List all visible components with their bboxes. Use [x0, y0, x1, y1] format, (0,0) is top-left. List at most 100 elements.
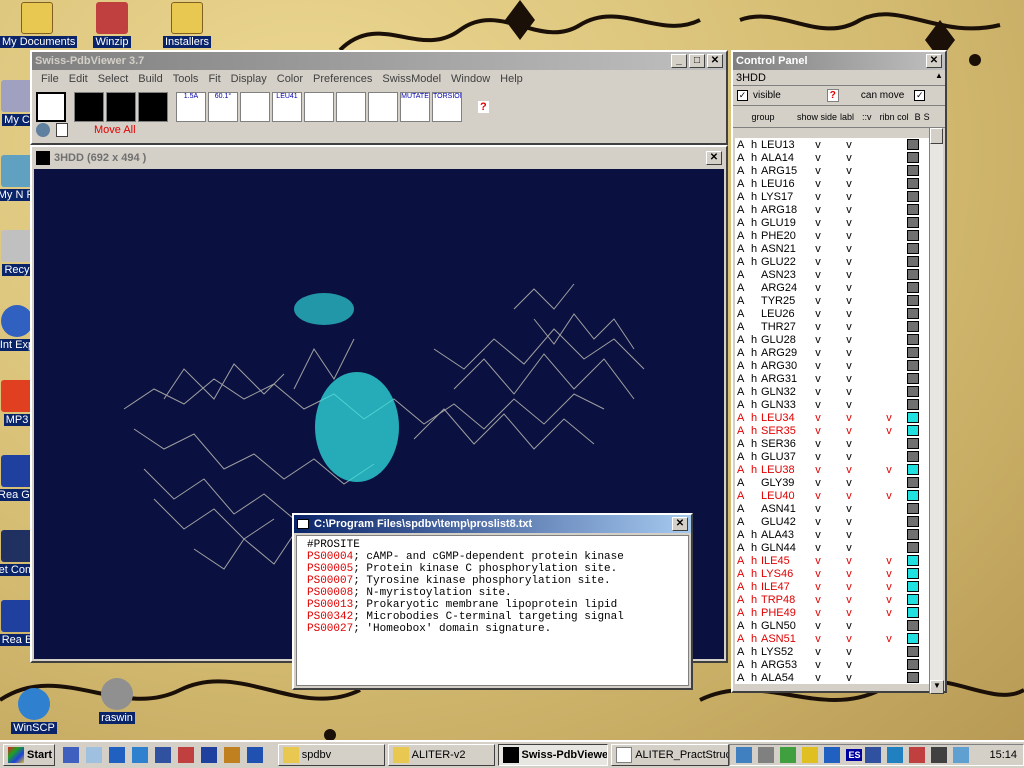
residue-row[interactable]: Ah GLU19 v v [737, 216, 931, 229]
residue-color-box[interactable] [907, 256, 919, 267]
residue-name[interactable]: PHE20 [761, 230, 809, 242]
residue-show-side[interactable]: v [809, 152, 827, 164]
residue-helix-flag[interactable]: h [751, 204, 761, 216]
residue-name[interactable]: GLN33 [761, 399, 809, 411]
residue-name[interactable]: LEU38 [761, 464, 809, 476]
residue-chain[interactable]: A [737, 633, 751, 645]
residue-helix-flag[interactable]: h [751, 581, 761, 593]
residue-helix-flag[interactable]: h [751, 152, 761, 164]
residue-row[interactable]: Ah PHE49 v v v [737, 606, 931, 619]
residue-helix-flag[interactable]: h [751, 139, 761, 151]
residue-row[interactable]: Ah ARG31 v v [737, 372, 931, 385]
residue-helix-flag[interactable]: h [751, 594, 761, 606]
maximize-button[interactable]: □ [689, 54, 705, 68]
residue-show-side[interactable]: v [809, 555, 827, 567]
residue-chain[interactable]: A [737, 217, 751, 229]
residue-name[interactable]: GLN44 [761, 542, 809, 554]
residue-helix-flag[interactable]: h [751, 386, 761, 398]
residue-show-side[interactable]: v [809, 503, 827, 515]
residue-v-flag[interactable]: v [871, 581, 907, 593]
residue-show-side[interactable]: v [809, 269, 827, 281]
residue-labl[interactable]: v [827, 334, 871, 346]
residue-row[interactable]: Ah ILE45 v v v [737, 554, 931, 567]
residue-chain[interactable]: A [737, 139, 751, 151]
superpose-tool-icon[interactable] [368, 91, 398, 122]
residue-helix-flag[interactable]: h [751, 607, 761, 619]
residue-show-side[interactable]: v [809, 165, 827, 177]
residue-labl[interactable]: v [827, 477, 871, 489]
residue-chain[interactable]: A [737, 672, 751, 684]
residue-show-side[interactable]: v [809, 399, 827, 411]
residue-name[interactable]: GLU22 [761, 256, 809, 268]
residue-show-side[interactable]: v [809, 568, 827, 580]
help-icon[interactable]: ? [826, 89, 839, 102]
residue-chain[interactable]: A [737, 360, 751, 372]
residue-row[interactable]: Ah ALA54 v v [737, 671, 931, 684]
neighbors-tool-icon[interactable] [336, 91, 366, 122]
residue-chain[interactable]: A [737, 204, 751, 216]
task-swiss-pdbviewer[interactable]: Swiss-PdbViewe... [497, 744, 609, 766]
control-panel-close-button[interactable]: ✕ [926, 54, 942, 68]
residue-color-box[interactable] [907, 607, 919, 618]
hand-move-tool-icon[interactable] [74, 91, 104, 122]
residue-chain[interactable]: A [737, 347, 751, 359]
residue-show-side[interactable]: v [809, 451, 827, 463]
residue-helix-flag[interactable]: h [751, 672, 761, 684]
residue-v-flag[interactable]: v [871, 555, 907, 567]
residue-row[interactable]: Ah ASN51 v v v [737, 632, 931, 645]
residue-v-flag[interactable]: v [871, 425, 907, 437]
residue-helix-flag[interactable]: h [751, 555, 761, 567]
col-ribn[interactable]: ribn col [880, 112, 909, 122]
residue-name[interactable]: GLU42 [761, 516, 809, 528]
residue-show-side[interactable]: v [809, 646, 827, 658]
molecule-selector[interactable]: 3HDD ▲ [733, 70, 945, 86]
residue-show-side[interactable]: v [809, 659, 827, 671]
residue-row[interactable]: A ARG24 v v [737, 281, 931, 294]
residue-show-side[interactable]: v [809, 529, 827, 541]
residue-labl[interactable]: v [827, 347, 871, 359]
scroll-down-arrow-icon[interactable]: ▼ [930, 680, 944, 694]
quicklaunch-5-icon[interactable] [154, 747, 171, 763]
menu-swissmodel[interactable]: SwissModel [377, 73, 446, 85]
my-documents-icon[interactable]: My Documents [0, 2, 78, 48]
residue-color-box[interactable] [907, 542, 919, 553]
residue-name[interactable]: ARG15 [761, 165, 809, 177]
residue-name[interactable]: ARG53 [761, 659, 809, 671]
residue-labl[interactable]: v [827, 412, 871, 424]
residue-helix-flag[interactable]: h [751, 360, 761, 372]
residue-color-box[interactable] [907, 178, 919, 189]
task-spdbv[interactable]: spdbv [277, 744, 385, 766]
residue-row[interactable]: Ah ARG30 v v [737, 359, 931, 372]
residue-show-side[interactable]: v [809, 295, 827, 307]
residue-show-side[interactable]: v [809, 139, 827, 151]
residue-labl[interactable]: v [827, 490, 871, 502]
residue-name[interactable]: SER36 [761, 438, 809, 450]
residue-chain[interactable]: A [737, 529, 751, 541]
residue-name[interactable]: ASN21 [761, 243, 809, 255]
col-s[interactable]: S [924, 112, 930, 122]
residue-chain[interactable]: A [737, 607, 751, 619]
residue-row[interactable]: Ah GLU22 v v [737, 255, 931, 268]
residue-row[interactable]: A LEU26 v v [737, 307, 931, 320]
residue-show-side[interactable]: v [809, 412, 827, 424]
residue-show-side[interactable]: v [809, 282, 827, 294]
residue-row[interactable]: Ah GLN33 v v [737, 398, 931, 411]
residue-row[interactable]: Ah ILE47 v v v [737, 580, 931, 593]
installers-folder-icon[interactable]: Installers [150, 2, 224, 48]
residue-chain[interactable]: A [737, 659, 751, 671]
residue-color-box[interactable] [907, 165, 919, 176]
spdbv-titlebar[interactable]: Swiss-PdbViewer 3.7 _ □ ✕ [32, 52, 726, 70]
residue-row[interactable]: A ASN23 v v [737, 268, 931, 281]
can-move-checkbox[interactable]: ✓ [914, 90, 926, 101]
residue-v-flag[interactable]: v [871, 568, 907, 580]
menu-build[interactable]: Build [133, 73, 167, 85]
visible-checkbox[interactable]: ✓ [737, 90, 748, 101]
mutate-tool-icon[interactable]: MUTATE [400, 91, 430, 122]
residue-helix-flag[interactable]: h [751, 256, 761, 268]
residue-labl[interactable]: v [827, 230, 871, 242]
residue-name[interactable]: ASN51 [761, 633, 809, 645]
residue-name[interactable]: LEU16 [761, 178, 809, 190]
quicklaunch-6-icon[interactable] [177, 747, 194, 763]
control-panel-titlebar[interactable]: Control Panel ✕ [733, 52, 945, 70]
residue-chain[interactable]: A [737, 269, 751, 281]
